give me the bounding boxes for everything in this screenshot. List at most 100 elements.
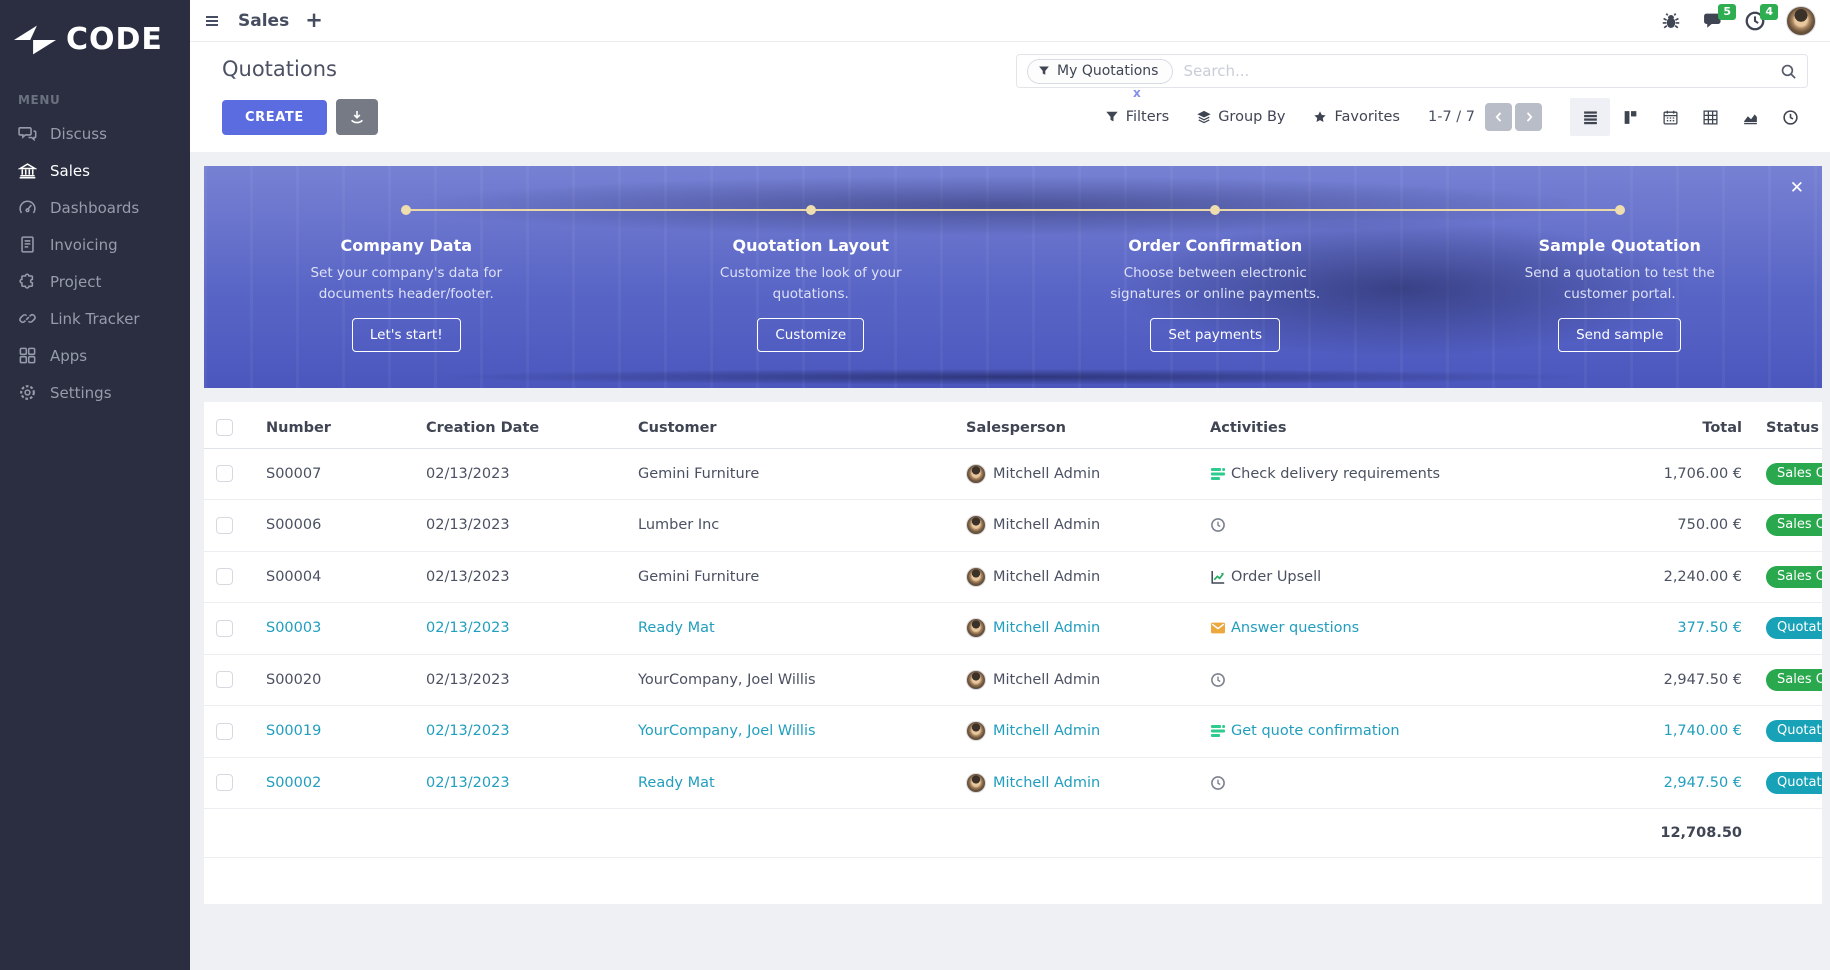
sidebar-item-sales[interactable]: Sales	[0, 152, 190, 189]
row-checkbox[interactable]	[216, 722, 233, 740]
sidebar-item-label: Invoicing	[50, 235, 118, 254]
step-action-button[interactable]: Customize	[757, 317, 865, 352]
row-checkbox[interactable]	[216, 516, 233, 534]
col-header-customer[interactable]: Customer	[638, 408, 966, 449]
sidebar-item-link-tracker[interactable]: Link Tracker	[0, 300, 190, 337]
row-checkbox[interactable]	[216, 465, 233, 483]
row-checkbox[interactable]	[216, 774, 233, 792]
table-row[interactable]: S00019 02/13/2023 YourCompany, Joel Willis…	[204, 705, 1822, 758]
timeline-dot	[1614, 205, 1625, 215]
sidebar-item-invoicing[interactable]: Invoicing	[0, 226, 190, 263]
step-action-button[interactable]: Send sample	[1558, 317, 1682, 352]
activity-cell[interactable]	[1210, 654, 1510, 706]
quotation-number: S00019	[266, 705, 426, 758]
table-row[interactable]: S00020 02/13/2023 YourCompany, Joel Willis…	[204, 654, 1822, 706]
banner-close-icon[interactable]: ✕	[1790, 178, 1804, 198]
search-icon[interactable]	[1780, 63, 1797, 80]
search-facet[interactable]: My Quotations	[1027, 58, 1174, 84]
step-title: Sample Quotation	[1538, 236, 1701, 255]
group-by-button[interactable]: Group By	[1197, 109, 1285, 125]
sidebar-item-project[interactable]: Project	[0, 263, 190, 300]
clock-activity-icon[interactable]	[1210, 517, 1226, 533]
pager-prev-button[interactable]	[1485, 103, 1512, 131]
list-view-button[interactable]	[1570, 98, 1610, 136]
activity-cell[interactable]: Answer questions	[1210, 602, 1510, 655]
pivot-view-button[interactable]	[1690, 98, 1730, 136]
col-header-number[interactable]: Number	[266, 408, 426, 449]
pager-next-button[interactable]	[1515, 103, 1542, 131]
row-checkbox[interactable]	[216, 671, 233, 689]
user-avatar[interactable]	[1786, 5, 1816, 36]
search-bar[interactable]: My Quotations x	[1016, 54, 1808, 100]
sidebar-item-label: Apps	[50, 346, 88, 365]
step-action-button[interactable]: Let's start!	[351, 317, 461, 352]
brand-logo[interactable]: CODE	[0, 0, 190, 67]
quotation-number: S00004	[266, 551, 426, 603]
table-row[interactable]: S00007 02/13/2023 Gemini Furniture Mitchell…	[204, 448, 1822, 500]
pager: 1-7 / 7	[1428, 103, 1542, 131]
sidebar-item-discuss[interactable]: Discuss	[0, 115, 190, 152]
messages-menu[interactable]: 5	[1702, 3, 1736, 32]
salesperson-name: Mitchell Admin	[993, 723, 1101, 740]
bug-icon[interactable]	[1660, 10, 1682, 32]
table-header-row: Number Creation Date Customer Salesperso…	[204, 408, 1822, 449]
sidebar-item-dashboards[interactable]: Dashboards	[0, 189, 190, 226]
graph-view-button[interactable]	[1730, 98, 1770, 136]
table-row[interactable]: S00006 02/13/2023 Lumber Inc Mitchell Admin…	[204, 499, 1822, 552]
total-amount: 2,947.50 €	[1510, 757, 1758, 809]
col-header-activities[interactable]: Activities	[1210, 408, 1510, 449]
activity-cell[interactable]: Get quote confirmation	[1210, 705, 1510, 758]
new-tab-button[interactable]: +	[305, 10, 323, 31]
select-all-checkbox[interactable]	[216, 419, 233, 437]
status-badge: Sales Order	[1766, 668, 1822, 691]
filters-button[interactable]: Filters	[1105, 109, 1169, 125]
activities-menu[interactable]: 4	[1744, 3, 1778, 32]
col-header-creation-date[interactable]: Creation Date	[426, 408, 638, 449]
activity-cell[interactable]	[1210, 757, 1510, 809]
step-action-button[interactable]: Set payments	[1150, 317, 1281, 352]
table-row[interactable]: S00002 02/13/2023 Ready Mat Mitchell Admin 2…	[204, 757, 1822, 809]
col-header-status[interactable]: Status	[1758, 408, 1822, 449]
export-button[interactable]	[335, 99, 378, 135]
salesperson-avatar	[966, 618, 986, 639]
sidebar-item-settings[interactable]: Settings	[0, 374, 190, 411]
favorites-button[interactable]: Favorites	[1313, 109, 1400, 125]
activity-view-button[interactable]	[1770, 98, 1810, 136]
table-row[interactable]: S00004 02/13/2023 Gemini Furniture Mitchell…	[204, 551, 1822, 603]
activity-cell[interactable]: Order Upsell	[1210, 551, 1510, 603]
list-activity-icon[interactable]	[1210, 466, 1226, 482]
clock-activity-icon[interactable]	[1210, 672, 1226, 688]
calendar-view-button[interactable]	[1650, 98, 1690, 136]
sidebar-item-label: Settings	[50, 383, 112, 402]
quotation-number: S00003	[266, 602, 426, 655]
clock-activity-icon[interactable]	[1210, 775, 1226, 791]
search-input[interactable]	[1183, 62, 1780, 80]
chart-activity-icon[interactable]	[1210, 569, 1226, 585]
filters-icon	[1106, 111, 1118, 122]
timeline-dot	[805, 205, 816, 215]
facet-remove-icon[interactable]: x	[1133, 86, 1141, 100]
row-checkbox[interactable]	[216, 568, 233, 586]
create-button[interactable]: CREATE	[222, 99, 327, 135]
activity-cell[interactable]: Check delivery requirements	[1210, 448, 1510, 500]
kanban-view-button[interactable]	[1610, 98, 1650, 136]
col-header-salesperson[interactable]: Salesperson	[966, 408, 1210, 449]
activity-cell[interactable]	[1210, 499, 1510, 552]
row-checkbox[interactable]	[216, 619, 233, 637]
hamburger-menu-icon[interactable]	[202, 13, 222, 29]
creation-date: 02/13/2023	[426, 499, 638, 552]
salesperson-name: Mitchell Admin	[993, 465, 1101, 482]
app-title[interactable]: Sales	[238, 11, 289, 31]
sidebar-item-apps[interactable]: Apps	[0, 337, 190, 374]
timeline-dot	[1210, 205, 1221, 215]
graph-view-icon	[1742, 109, 1759, 126]
status-badge: Sales Order	[1766, 565, 1822, 588]
table-row[interactable]: S00003 02/13/2023 Ready Mat Mitchell Admin A…	[204, 602, 1822, 655]
step-title: Quotation Layout	[732, 236, 889, 255]
list-activity-icon[interactable]	[1210, 723, 1226, 739]
invoicing-icon	[18, 235, 37, 254]
col-header-total[interactable]: Total	[1510, 408, 1758, 449]
customer-name: Ready Mat	[638, 602, 966, 655]
email-activity-icon[interactable]	[1210, 620, 1226, 636]
step-description: Choose between electronic signatures or …	[1110, 265, 1321, 302]
